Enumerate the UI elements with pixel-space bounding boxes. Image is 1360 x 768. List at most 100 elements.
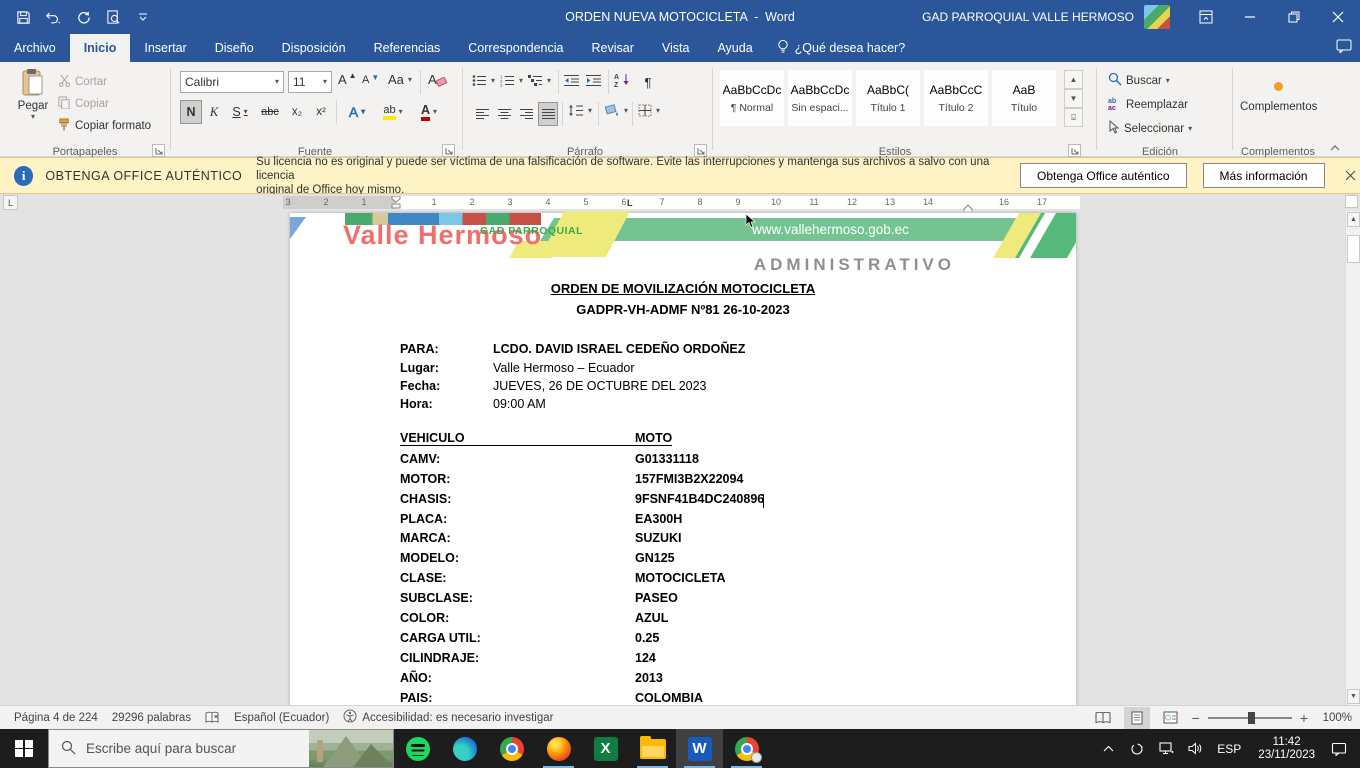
- underline-button[interactable]: S▾: [226, 100, 254, 124]
- borders-button[interactable]: ▾: [638, 104, 660, 117]
- replace-button[interactable]: abac Reemplazar: [1108, 96, 1188, 113]
- tab-vista[interactable]: Vista: [648, 34, 704, 62]
- get-genuine-office-button[interactable]: Obtenga Office auténtico: [1020, 163, 1187, 188]
- restore-button[interactable]: [1272, 0, 1316, 34]
- page-indicator[interactable]: Página 4 de 224: [14, 712, 98, 724]
- styles-more-icon[interactable]: ⍌: [1064, 108, 1083, 127]
- taskbar-spotify-icon[interactable]: [394, 729, 441, 768]
- copy-button[interactable]: Copiar: [58, 96, 109, 112]
- style-card[interactable]: AaBbCcDc Sin espaci...: [788, 70, 852, 126]
- align-center-button[interactable]: [494, 102, 514, 126]
- ruler-scroll-box[interactable]: [1345, 195, 1358, 208]
- volume-icon[interactable]: [1184, 729, 1206, 768]
- multilevel-list-button[interactable]: ▾: [528, 74, 551, 87]
- bold-button[interactable]: N: [180, 100, 202, 124]
- learn-more-button[interactable]: Más información: [1203, 163, 1325, 188]
- tab-inicio[interactable]: Inicio: [70, 34, 131, 62]
- italic-button[interactable]: K: [204, 100, 224, 124]
- style-card[interactable]: AaBbCcDc ¶ Normal: [720, 70, 784, 126]
- minimize-button[interactable]: [1228, 0, 1272, 34]
- align-left-button[interactable]: [472, 102, 492, 126]
- align-right-button[interactable]: [516, 102, 536, 126]
- zoom-slider-thumb[interactable]: [1248, 712, 1255, 724]
- account-name[interactable]: GAD PARROQUIAL VALLE HERMOSO: [922, 10, 1134, 24]
- taskbar-chrome-profile-icon[interactable]: [723, 729, 770, 768]
- clock[interactable]: 11:42 23/11/2023: [1252, 736, 1321, 762]
- tab-ayuda[interactable]: Ayuda: [703, 34, 766, 62]
- text-effects-button[interactable]: A▾: [342, 100, 372, 124]
- decrease-indent-button[interactable]: [564, 74, 580, 90]
- banner-close-icon[interactable]: [1341, 166, 1360, 186]
- tab-referencias[interactable]: Referencias: [360, 34, 455, 62]
- proofing-icon[interactable]: [205, 711, 220, 724]
- superscript-button[interactable]: x²: [310, 100, 332, 124]
- print-preview-icon[interactable]: [100, 5, 126, 29]
- styles-scroll-down-icon[interactable]: ▼: [1064, 89, 1083, 108]
- format-painter-button[interactable]: Copiar formato: [58, 118, 151, 134]
- shading-button[interactable]: ▾: [604, 104, 628, 117]
- start-button[interactable]: [0, 729, 48, 768]
- vertical-scrollbar[interactable]: ▲ ▼: [1345, 211, 1360, 705]
- undo-icon[interactable]: [40, 5, 66, 29]
- tab-stop-marker[interactable]: L: [627, 198, 633, 208]
- paste-button[interactable]: Pegar ▾: [12, 68, 54, 138]
- close-button[interactable]: [1316, 0, 1360, 34]
- network-icon[interactable]: [1155, 729, 1177, 768]
- web-layout-icon[interactable]: [1158, 707, 1184, 729]
- subscript-button[interactable]: x₂: [286, 100, 308, 124]
- tab-revisar[interactable]: Revisar: [577, 34, 647, 62]
- tab-diseno[interactable]: Diseño: [201, 34, 268, 62]
- language-indicator[interactable]: Español (Ecuador): [234, 712, 329, 724]
- cut-button[interactable]: Cortar: [58, 74, 107, 90]
- collapse-ribbon-icon[interactable]: [1330, 144, 1340, 155]
- ribbon-display-options-icon[interactable]: [1184, 0, 1228, 34]
- zoom-level[interactable]: 100%: [1316, 712, 1352, 724]
- tray-chevron-up-icon[interactable]: [1097, 729, 1119, 768]
- highlight-button[interactable]: ab▾: [376, 100, 410, 124]
- styles-dialog-launcher-icon[interactable]: [1068, 144, 1081, 157]
- tab-correspondencia[interactable]: Correspondencia: [454, 34, 577, 62]
- keyboard-language[interactable]: ESP: [1213, 742, 1245, 756]
- notification-center-icon[interactable]: [1328, 729, 1350, 768]
- tab-insertar[interactable]: Insertar: [130, 34, 200, 62]
- style-card[interactable]: AaBbCcC Título 2: [924, 70, 988, 126]
- tray-background-app-icon[interactable]: [1126, 729, 1148, 768]
- taskbar-word-icon[interactable]: W: [676, 729, 723, 768]
- taskbar-excel-icon[interactable]: X: [582, 729, 629, 768]
- numbering-button[interactable]: 123▾: [500, 74, 523, 87]
- clipboard-dialog-launcher-icon[interactable]: [152, 144, 165, 157]
- taskbar-chrome-icon[interactable]: [488, 729, 535, 768]
- scroll-down-icon[interactable]: ▼: [1347, 689, 1360, 704]
- font-color-button[interactable]: A▾: [412, 100, 446, 124]
- taskbar-search[interactable]: Escribe aquí para buscar: [48, 729, 394, 768]
- taskbar-edge-icon[interactable]: [441, 729, 488, 768]
- font-size-select[interactable]: 11▾: [288, 71, 332, 93]
- select-button[interactable]: Seleccionar▾: [1108, 120, 1192, 137]
- ruler-track[interactable]: 321 12345678910111213141617 L: [283, 196, 1080, 209]
- search-highlight-image[interactable]: [309, 730, 393, 767]
- sort-button[interactable]: AZ: [614, 72, 632, 90]
- bullets-button[interactable]: ▾: [472, 74, 495, 87]
- shrink-font-button[interactable]: A▼: [362, 74, 379, 86]
- scroll-up-icon[interactable]: ▲: [1347, 212, 1360, 227]
- comments-icon[interactable]: [1336, 39, 1352, 58]
- styles-scroll-up-icon[interactable]: ▲: [1064, 70, 1083, 89]
- customize-quick-access-icon[interactable]: [130, 5, 156, 29]
- addins-button[interactable]: Complementos: [1240, 68, 1316, 113]
- taskbar-file-explorer-icon[interactable]: [629, 729, 676, 768]
- font-family-select[interactable]: Calibri▾: [180, 71, 284, 93]
- account-avatar[interactable]: [1144, 5, 1170, 29]
- zoom-out-icon[interactable]: −: [1192, 710, 1200, 726]
- strikethrough-button[interactable]: abc: [256, 100, 284, 124]
- increase-indent-button[interactable]: [586, 74, 602, 90]
- change-case-button[interactable]: Aa▾: [388, 72, 412, 87]
- style-card[interactable]: AaBbC( Título 1: [856, 70, 920, 126]
- tab-archivo[interactable]: Archivo: [0, 34, 70, 62]
- accessibility-item[interactable]: Accesibilidad: es necesario investigar: [343, 709, 553, 726]
- tell-me-box[interactable]: ¿Qué desea hacer?: [767, 34, 916, 62]
- tab-stop-selector[interactable]: L: [3, 195, 18, 210]
- justify-button[interactable]: [538, 102, 558, 126]
- find-button[interactable]: Buscar▾: [1108, 72, 1170, 89]
- clear-formatting-button[interactable]: A: [428, 72, 448, 91]
- print-layout-icon[interactable]: [1124, 707, 1150, 729]
